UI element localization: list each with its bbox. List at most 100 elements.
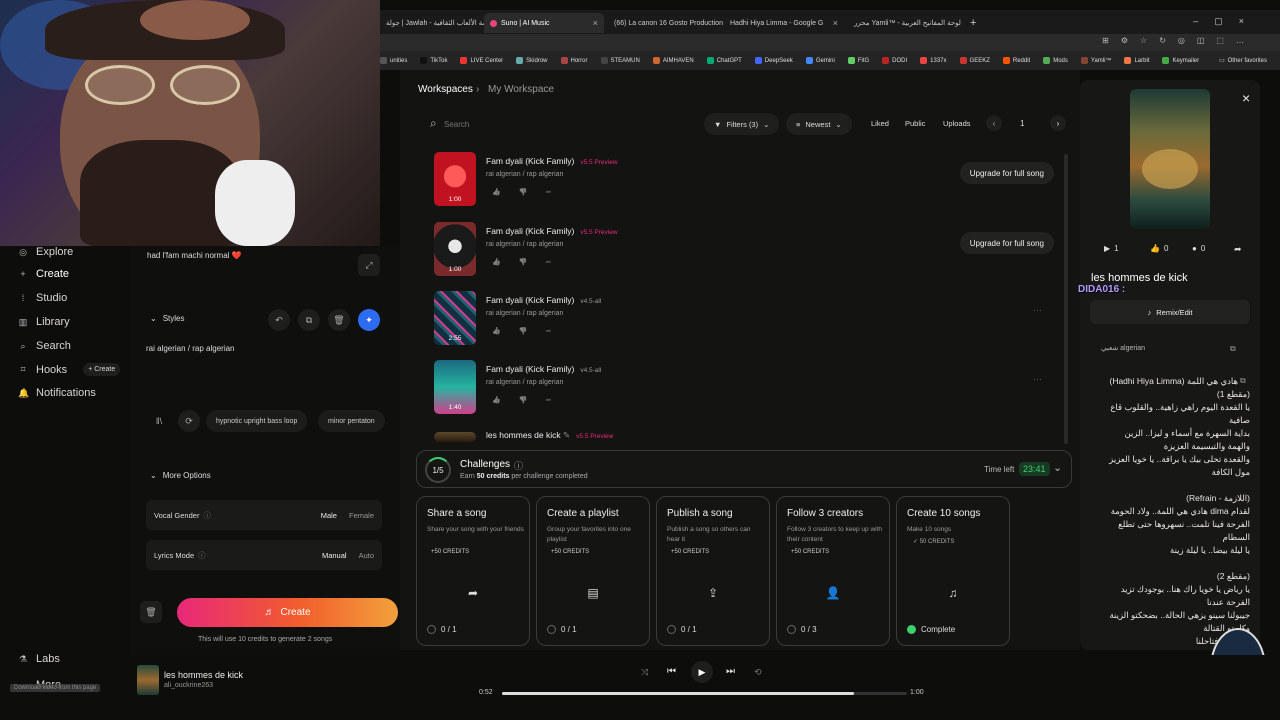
challenge-card[interactable]: Publish a song Publish a song so others c… (656, 496, 770, 646)
song-title[interactable]: les hommes de kick ✎ v5.5 Preview (486, 430, 613, 441)
bookmark-item[interactable]: FitG (847, 57, 869, 64)
undo-icon[interactable]: ↶ (268, 309, 290, 331)
other-favorites[interactable]: ▭ Other favorites (1219, 57, 1267, 65)
bookmark-item[interactable]: 1337x (920, 57, 947, 64)
progress-track[interactable] (502, 692, 907, 695)
more-options-icon[interactable]: ⋯ (1033, 374, 1042, 385)
bookmark-item[interactable]: AIMHAVEN (652, 57, 694, 64)
bookmark-item[interactable]: Keymailer (1162, 57, 1199, 64)
new-tab-icon[interactable]: + (964, 13, 984, 33)
search-input[interactable] (444, 116, 644, 132)
browser-tab[interactable]: محرر Yamli™ - لوحة المفاتيح العربية× (844, 13, 964, 33)
music-note-icon[interactable]: ♫ (897, 586, 1009, 600)
bookmark-item[interactable]: DODI (882, 57, 907, 64)
add-user-icon[interactable]: 👤 (777, 586, 889, 600)
info-icon[interactable]: ⓘ (514, 459, 523, 472)
styles-input[interactable]: rai algerian / rap algerian (146, 344, 235, 353)
song-cover[interactable]: 1:40 (434, 360, 476, 414)
info-icon[interactable]: ⓘ (198, 550, 206, 561)
song-row[interactable]: 1:00 Fam dyali (Kick Family) v5.5 Preview r… (434, 222, 1064, 282)
nav-create[interactable]: + Create (18, 268, 69, 280)
bookmark-item[interactable]: Mods (1043, 57, 1068, 64)
share-icon[interactable]: ➦ (1234, 244, 1242, 255)
copy-icon[interactable]: ⧉ (1230, 344, 1236, 354)
more-options-icon[interactable]: ⋯ (1033, 305, 1042, 316)
styles-header[interactable]: ⌄ Styles (150, 314, 185, 323)
challenge-card[interactable]: Follow 3 creators Follow 3 creators to ke… (776, 496, 890, 646)
challenge-card[interactable]: Create 10 songs Make 10 songs ✓ 50 CREDITS… (896, 496, 1010, 646)
prev-page-icon[interactable]: ‹ (986, 115, 1002, 131)
page-number[interactable]: 1 (1020, 119, 1024, 128)
chevron-down-icon[interactable]: ⌄ (1053, 461, 1062, 474)
song-title[interactable]: Fam dyali (Kick Family) v4.5-all (486, 364, 601, 374)
bookmark-item[interactable]: TikTok (420, 57, 447, 64)
thumbs-up-icon[interactable]: 👍 (492, 396, 501, 404)
song-cover[interactable]: 1:00 (434, 152, 476, 206)
song-row[interactable]: 1:40 Fam dyali (Kick Family) v4.5-all rai a… (434, 360, 1064, 420)
browser-tab[interactable]: (66) La canon 16 Gosto Production× (604, 13, 724, 33)
song-title[interactable]: Fam dyali (Kick Family) v4.5-all (486, 295, 601, 305)
close-tab-icon[interactable]: × (593, 18, 598, 28)
like-button[interactable]: 👍 0 (1150, 244, 1168, 253)
breadcrumb-current[interactable]: My Workspace (488, 84, 554, 95)
share-icon[interactable]: ➦ (545, 258, 551, 266)
playlist-icon[interactable]: ▤ (537, 586, 649, 600)
share-icon[interactable]: ➦ (545, 188, 551, 196)
copy-lyrics-icon[interactable]: ⧉ (1240, 376, 1246, 386)
shuffle-icon[interactable]: ⤨ (641, 667, 648, 678)
bookmark-item[interactable]: STEAMUN (600, 57, 640, 64)
filters-button[interactable]: ▼ Filters (3) ⌄ (704, 113, 780, 135)
share-icon[interactable]: ➦ (545, 396, 551, 404)
previous-icon[interactable]: ⏮ (667, 666, 676, 677)
browser-tab-active[interactable]: Suno | AI Music × (484, 13, 604, 33)
expand-icon[interactable]: ⤢ (358, 254, 380, 276)
browser-tab[interactable]: Hadhi Hiya Limma - Google G × (724, 13, 844, 33)
bookmark-item[interactable]: Larbit (1124, 57, 1149, 64)
more-options-toggle[interactable]: ⌄ More Options (150, 471, 211, 480)
nav-search[interactable]: ⌕ Search (18, 340, 70, 352)
copy-icon[interactable]: ⧉ (298, 309, 320, 331)
thumbs-up-icon[interactable]: 👍 (492, 258, 501, 266)
play-pause-button[interactable]: ▶ (691, 661, 713, 683)
nav-notifications[interactable]: 🔔 Notifications (18, 387, 96, 399)
trash-icon[interactable]: 🗑 (328, 309, 350, 331)
song-title[interactable]: Fam dyali (Kick Family) v5.5 Preview (486, 226, 618, 236)
next-page-icon[interactable]: › (1050, 115, 1066, 131)
thumbs-down-icon[interactable]: 👎 (519, 258, 528, 266)
thumbs-down-icon[interactable]: 👎 (519, 188, 528, 196)
nav-explore[interactable]: ◎ Explore (18, 246, 73, 258)
nav-studio[interactable]: ⁞ Studio (18, 292, 67, 304)
thumbs-up-icon[interactable]: 👍 (492, 188, 501, 196)
bookmark-item[interactable]: Skidrow (516, 57, 548, 64)
magic-wand-icon[interactable]: ✦ (358, 309, 380, 331)
share-icon[interactable]: ➦ (417, 586, 529, 600)
upload-icon[interactable]: ⇪ (657, 586, 769, 600)
liked-filter[interactable]: Liked (871, 119, 889, 128)
browser-tab[interactable]: جولة | Jawlah - منصة الألعاب الثقافية× (380, 13, 484, 33)
repeat-icon[interactable]: ⟲ (754, 667, 762, 678)
player-title[interactable]: les hommes de kick (164, 670, 243, 680)
browser-toolbar-icons[interactable]: ⊞⚙☆↻◎◫⬚… (1102, 36, 1256, 45)
close-icon[interactable]: × (1242, 90, 1250, 106)
sort-button[interactable]: ≡ Newest ⌄ (786, 113, 852, 135)
thumbs-down-icon[interactable]: 👎 (519, 396, 528, 404)
bookmark-item[interactable]: Reddit (1002, 57, 1030, 64)
style-tag-chip[interactable]: hypnotic upright bass loop (206, 410, 308, 432)
upgrade-button[interactable]: Upgrade for full song (959, 232, 1054, 254)
bookmark-item[interactable]: LIVE Center (460, 57, 503, 64)
nav-library[interactable]: ▥ Library (18, 316, 70, 328)
lyrics-manual-option[interactable]: Manual (322, 551, 347, 560)
style-tag-chip[interactable]: minor pentaton (318, 410, 385, 432)
uploads-filter[interactable]: Uploads (943, 119, 971, 128)
song-row[interactable]: 2:55 Fam dyali (Kick Family) v4.5-all rai a… (434, 291, 1064, 351)
bookmark-item[interactable]: Gemini (805, 57, 835, 64)
breadcrumb-root[interactable]: Workspaces (418, 84, 473, 95)
song-title[interactable]: Fam dyali (Kick Family) v5.5 Preview (486, 156, 618, 166)
bookmark-item[interactable]: ChatGPT (706, 57, 742, 64)
bookmark-item[interactable]: Yamli™ (1080, 57, 1111, 64)
challenges-bar[interactable]: 1/5 Challenges ⓘ Earn 50 credits per cha… (416, 450, 1072, 488)
song-cover[interactable]: 1:00 (434, 222, 476, 276)
thumbs-down-icon[interactable]: 👎 (519, 327, 528, 335)
player-artist[interactable]: ali_ouckrine263 (164, 682, 213, 689)
vocal-male-option[interactable]: Male (321, 511, 337, 520)
